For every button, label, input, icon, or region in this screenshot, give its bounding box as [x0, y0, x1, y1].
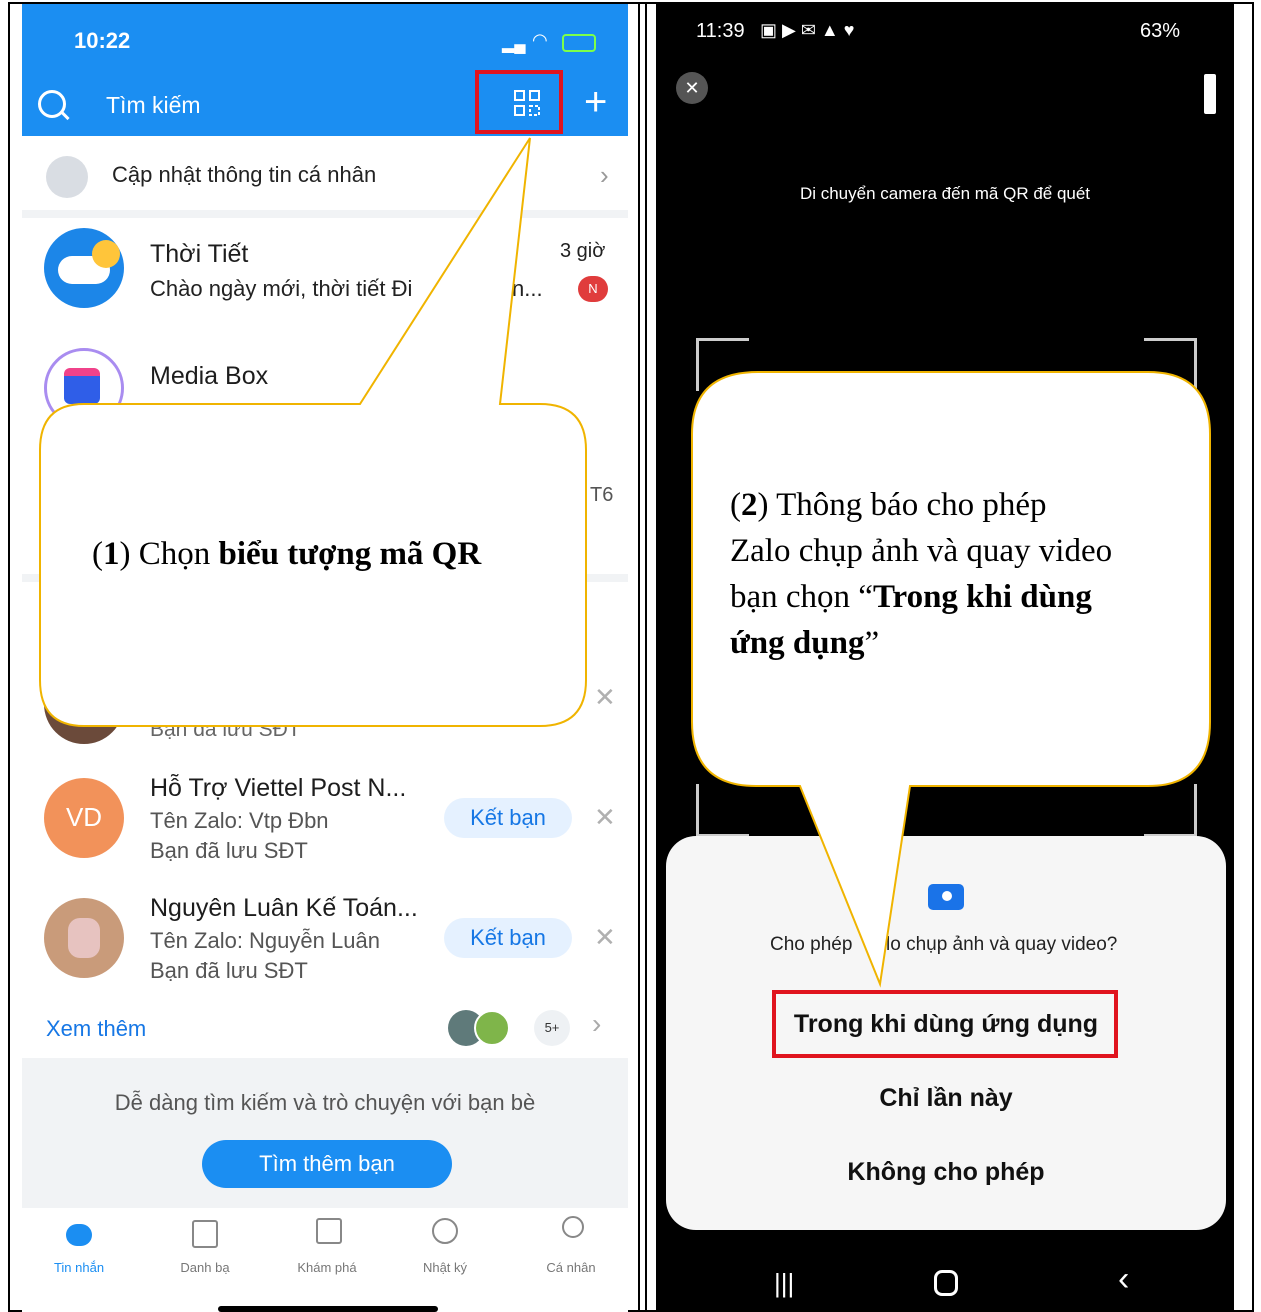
back-icon[interactable]: ‹	[1118, 1260, 1129, 1299]
callout-bold: ứng dụng	[730, 625, 865, 661]
nav-label[interactable]: Khám phá	[282, 1260, 372, 1275]
chat-icon[interactable]	[66, 1224, 92, 1246]
chevron-right-icon: ›	[592, 1008, 602, 1039]
discover-icon[interactable]	[316, 1218, 342, 1244]
callout-bold: Trong khi dùng	[872, 579, 1092, 615]
contacts-icon[interactable]	[192, 1220, 218, 1248]
clock-icon[interactable]	[432, 1218, 458, 1244]
more-count-badge: 5+	[534, 1010, 570, 1046]
callout-prefix: (	[92, 536, 103, 572]
callout-step: 1	[103, 536, 120, 572]
zalo-name: Tên Zalo: Vtp Đbn	[150, 808, 329, 833]
callout-text: (1) Chọn biểu tượng mã QR	[92, 536, 481, 573]
nav-label[interactable]: Cá nhân	[526, 1260, 616, 1275]
zalo-name: Tên Zalo: Nguyễn Luân	[150, 928, 380, 953]
add-friend-button[interactable]: Kết bạn	[444, 798, 572, 838]
deny-button[interactable]: Không cho phép	[666, 1158, 1226, 1187]
highlight-box	[772, 990, 1118, 1058]
nav-label[interactable]: Tin nhắn	[34, 1260, 124, 1275]
callout-body: ) Chọn	[119, 536, 219, 572]
only-this-time-button[interactable]: Chỉ lần này	[666, 1084, 1226, 1113]
saved-phone-label: Bạn đã lưu SĐT	[150, 958, 308, 983]
callout-bold: biểu tượng mã QR	[218, 536, 482, 572]
callout-line: bạn chọn “	[730, 579, 873, 615]
callout-step: 2	[741, 487, 758, 523]
person-icon[interactable]	[562, 1216, 584, 1238]
callout-line: Zalo chụp ảnh và quay video	[730, 533, 1113, 569]
avatar-photo-detail	[68, 918, 100, 958]
callout-line: ”	[864, 625, 880, 661]
find-friends-button[interactable]: Tìm thêm bạn	[202, 1140, 452, 1188]
add-friend-button[interactable]: Kết bạn	[444, 918, 572, 958]
suggestion-name[interactable]: Hỗ Trợ Viettel Post N...	[150, 774, 406, 803]
callout-line: ) Thông báo cho phép	[757, 487, 1047, 523]
nav-label[interactable]: Danh bạ	[160, 1260, 250, 1275]
avatar-initials: VD	[65, 802, 103, 832]
dismiss-icon[interactable]: ✕	[594, 802, 616, 833]
see-more-link[interactable]: Xem thêm	[46, 1016, 146, 1042]
callout-prefix: (	[730, 487, 741, 523]
promo-text: Dễ dàng tìm kiếm và trò chuyện với bạn b…	[114, 1090, 536, 1115]
home-indicator	[218, 1306, 438, 1312]
home-icon[interactable]	[934, 1270, 958, 1296]
dismiss-icon[interactable]: ✕	[594, 922, 616, 953]
suggestion-name[interactable]: Nguyên Luân Kế Toán...	[150, 894, 418, 923]
callout-text: (2) Thông báo cho phép Zalo chụp ảnh và …	[730, 482, 1180, 666]
recent-apps-icon[interactable]: |||	[774, 1268, 794, 1299]
mini-avatar	[474, 1010, 510, 1046]
callout-bubble	[39, 137, 587, 727]
saved-phone-label: Bạn đã lưu SĐT	[150, 838, 308, 863]
nav-label[interactable]: Nhật ký	[400, 1260, 490, 1275]
